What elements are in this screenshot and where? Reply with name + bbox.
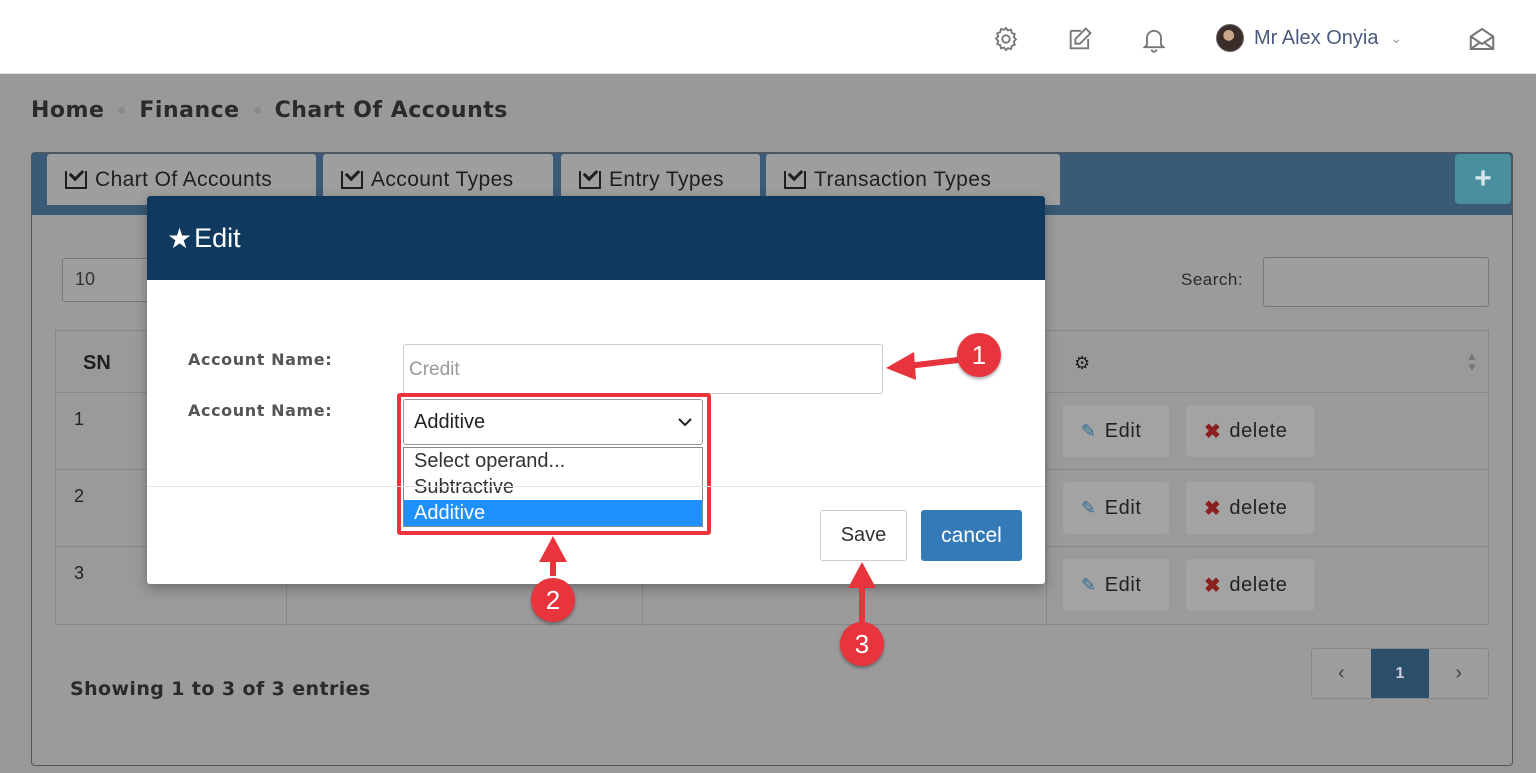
annotation-badge-2: 2 bbox=[531, 578, 575, 622]
breadcrumb-separator bbox=[118, 107, 126, 114]
cell-sn: 2 bbox=[74, 486, 85, 506]
sort-icon[interactable]: ▲ ▼ bbox=[1466, 350, 1478, 373]
annotation-badge-1: 1 bbox=[957, 333, 1001, 377]
breadcrumb-finance[interactable]: Finance bbox=[139, 98, 239, 123]
search-input[interactable] bbox=[1263, 257, 1489, 307]
bell-icon[interactable] bbox=[1139, 24, 1169, 54]
delete-button[interactable]: ✖ delete bbox=[1186, 482, 1314, 534]
modal-title: Edit bbox=[194, 222, 241, 253]
breadcrumb-current: Chart Of Accounts bbox=[274, 98, 508, 123]
delete-button[interactable]: ✖ delete bbox=[1186, 559, 1314, 611]
close-icon: ✖ bbox=[1204, 574, 1222, 597]
user-name: Mr Alex Onyia bbox=[1254, 26, 1379, 49]
edit-label: Edit bbox=[1104, 496, 1142, 519]
edit-icon[interactable] bbox=[1065, 24, 1095, 54]
edit-icon: ✎ bbox=[1081, 574, 1097, 595]
next-page-button[interactable]: › bbox=[1429, 649, 1488, 698]
tab-label: Transaction Types bbox=[814, 167, 992, 191]
cell-sn: 3 bbox=[74, 563, 85, 583]
delete-label: delete bbox=[1229, 496, 1288, 519]
page-length-select[interactable]: 10 bbox=[62, 258, 152, 302]
close-icon: ✖ bbox=[1204, 420, 1222, 443]
table-info: Showing 1 to 3 of 3 entries bbox=[70, 678, 371, 700]
avatar bbox=[1216, 24, 1244, 52]
top-bar: Mr Alex Onyia ⌄ bbox=[0, 0, 1536, 74]
account-name-input[interactable]: Credit bbox=[403, 344, 883, 394]
tab-label: Chart Of Accounts bbox=[95, 167, 273, 191]
edit-button[interactable]: ✎ Edit bbox=[1063, 482, 1169, 534]
add-button[interactable]: + bbox=[1455, 154, 1511, 204]
gear-icon[interactable] bbox=[991, 24, 1021, 54]
tab-label: Entry Types bbox=[609, 167, 724, 191]
edit-modal: ★ Edit Account Name: Credit Account Name… bbox=[147, 196, 1045, 584]
modal-header: ★ Edit bbox=[147, 196, 1045, 280]
page-1-button[interactable]: 1 bbox=[1370, 649, 1430, 698]
breadcrumb-home[interactable]: Home bbox=[31, 98, 104, 123]
checkbox-tray-icon bbox=[784, 170, 806, 189]
tab-label: Account Types bbox=[371, 167, 514, 191]
modal-divider bbox=[147, 486, 1045, 487]
edit-label: Edit bbox=[1104, 573, 1142, 596]
user-menu[interactable]: Mr Alex Onyia ⌄ bbox=[1216, 22, 1402, 54]
edit-icon: ✎ bbox=[1081, 420, 1097, 441]
edit-button[interactable]: ✎ Edit bbox=[1063, 559, 1169, 611]
delete-label: delete bbox=[1229, 573, 1288, 596]
pagination: ‹ 1 › bbox=[1311, 648, 1489, 699]
close-icon: ✖ bbox=[1204, 497, 1222, 520]
search-label: Search: bbox=[1181, 270, 1244, 289]
column-header-sn[interactable]: SN bbox=[83, 352, 111, 375]
highlight-box bbox=[397, 393, 711, 535]
gear-icon: ⚙ bbox=[1074, 353, 1091, 373]
checkbox-tray-icon bbox=[65, 170, 87, 189]
edit-label: Edit bbox=[1104, 419, 1142, 442]
cancel-button[interactable]: cancel bbox=[921, 510, 1022, 561]
delete-button[interactable]: ✖ delete bbox=[1186, 405, 1314, 457]
chevron-down-icon: ⌄ bbox=[1390, 29, 1403, 46]
annotation-badge-3: 3 bbox=[840, 622, 884, 666]
cell-sn: 1 bbox=[74, 409, 85, 429]
breadcrumb: Home Finance Chart Of Accounts bbox=[31, 98, 508, 123]
star-icon: ★ bbox=[167, 222, 193, 254]
account-name-label: Account Name: bbox=[188, 350, 333, 369]
mail-icon[interactable] bbox=[1467, 24, 1497, 54]
save-button[interactable]: Save bbox=[820, 510, 907, 561]
checkbox-tray-icon bbox=[579, 170, 601, 189]
checkbox-tray-icon bbox=[341, 170, 363, 189]
operand-label: Account Name: bbox=[188, 401, 333, 420]
edit-icon: ✎ bbox=[1081, 497, 1097, 518]
breadcrumb-separator bbox=[253, 107, 261, 114]
edit-button[interactable]: ✎ Edit bbox=[1063, 405, 1169, 457]
delete-label: delete bbox=[1229, 419, 1288, 442]
prev-page-button[interactable]: ‹ bbox=[1312, 649, 1371, 698]
